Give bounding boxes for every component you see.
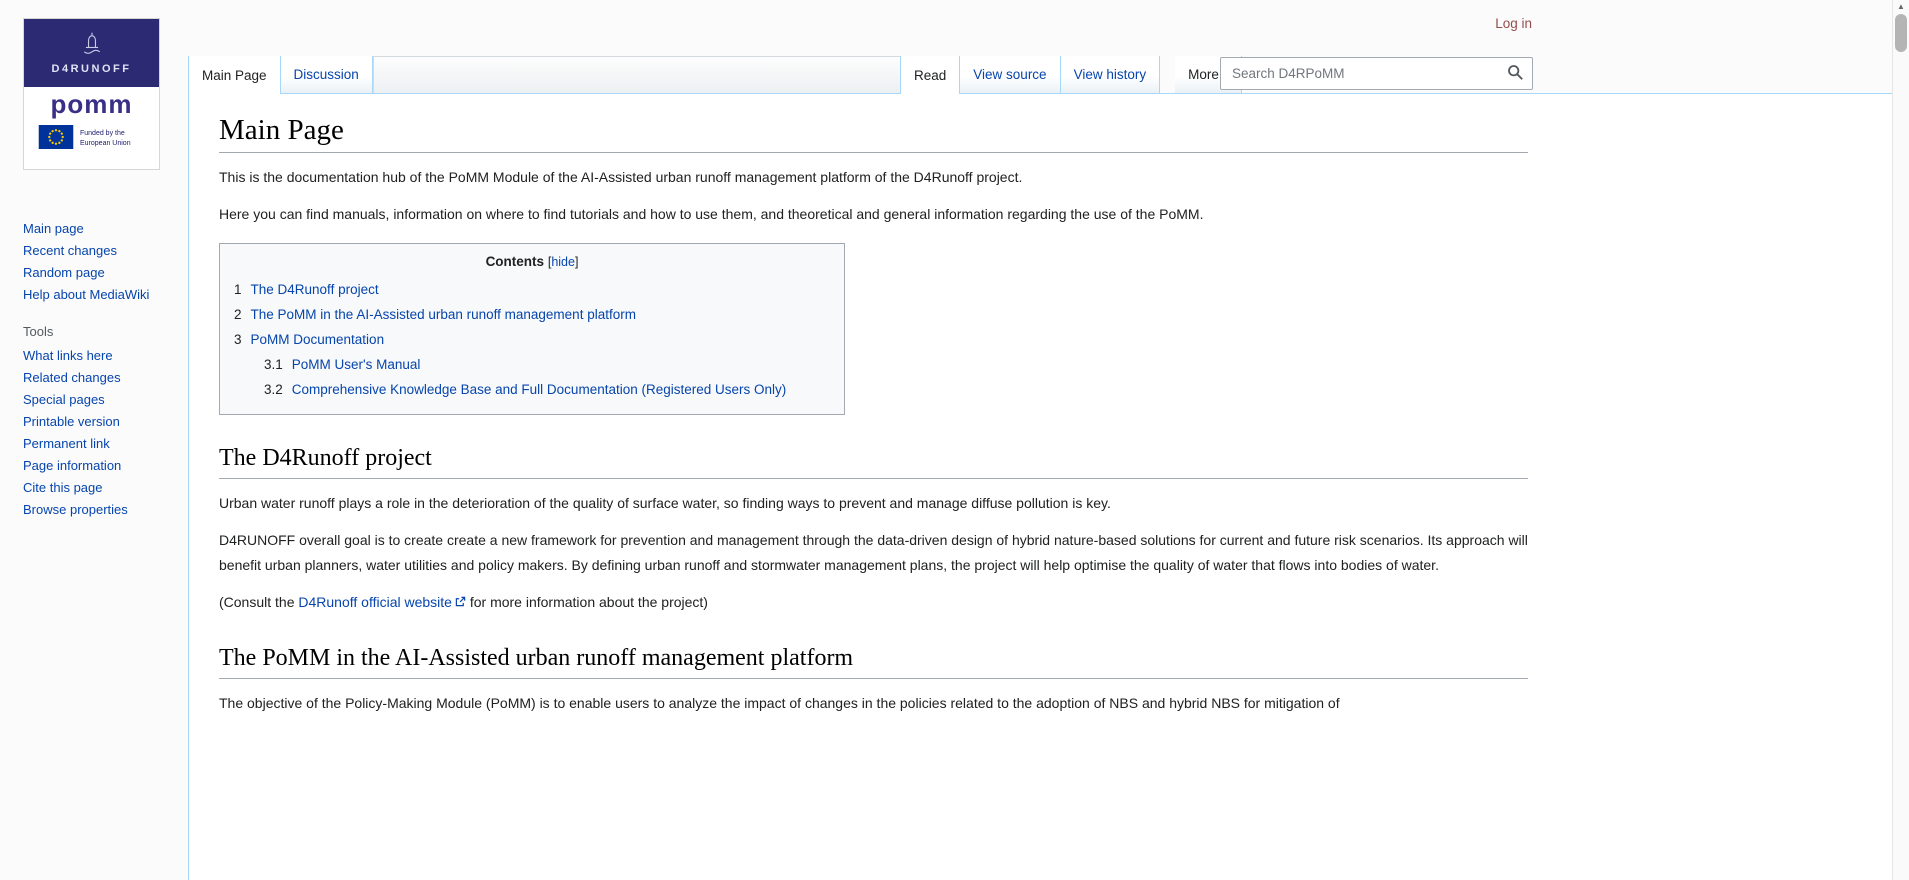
sidebar-item-main-page[interactable]: Main page bbox=[23, 218, 188, 240]
section1-paragraph-2: D4RUNOFF overall goal is to create creat… bbox=[219, 532, 1528, 573]
tab-discussion-label: Discussion bbox=[293, 67, 359, 82]
search-button[interactable] bbox=[1505, 62, 1526, 86]
toc-item-3-2: 3.2 Comprehensive Knowledge Base and Full… bbox=[234, 377, 830, 402]
section1-paragraph-1: Urban water runoff plays a role in the d… bbox=[219, 495, 1111, 511]
sidebar-item-recent-changes[interactable]: Recent changes bbox=[23, 240, 188, 262]
toc-title-row: Contents [hide] bbox=[485, 254, 579, 269]
more-menu-label: More bbox=[1188, 67, 1219, 82]
sidebar-item-help-mediawiki[interactable]: Help about MediaWiki bbox=[23, 284, 188, 306]
sidebar-item-what-links-here[interactable]: What links here bbox=[23, 345, 188, 367]
page-header: Log in Main Page Discussion Read View so… bbox=[188, 0, 1892, 94]
vertical-scrollbar[interactable]: ▲ bbox=[1892, 0, 1909, 880]
eu-flag-icon bbox=[38, 125, 74, 152]
sidebar-item-related-changes[interactable]: Related changes bbox=[23, 367, 188, 389]
namespace-tabs: Main Page Discussion bbox=[188, 56, 910, 94]
sidebar-item-page-information[interactable]: Page information bbox=[23, 455, 188, 477]
sidebar-navigation: Main page Recent changes Random page Hel… bbox=[23, 218, 188, 306]
toc-link-2[interactable]: 2 The PoMM in the AI-Assisted urban runof… bbox=[234, 307, 636, 322]
tab-read-label: Read bbox=[914, 67, 947, 83]
search-icon bbox=[1507, 64, 1524, 84]
toc-link-3-1[interactable]: 3.1 PoMM User's Manual bbox=[264, 357, 420, 372]
search-bar bbox=[1220, 57, 1533, 90]
sidebar-item-permanent-link[interactable]: Permanent link bbox=[23, 433, 188, 455]
tab-main-page-label: Main Page bbox=[202, 67, 267, 83]
toc-link-3-2[interactable]: 3.2 Comprehensive Knowledge Base and Full… bbox=[264, 382, 786, 397]
sidebar-item-browse-properties[interactable]: Browse properties bbox=[23, 499, 188, 521]
tab-main-page[interactable]: Main Page bbox=[188, 56, 281, 94]
section-heading-d4runoff-project: The D4Runoff project bbox=[219, 445, 1528, 479]
tab-view-source-label: View source bbox=[973, 67, 1047, 82]
page-title: Main Page bbox=[219, 114, 1528, 153]
scroll-up-icon[interactable]: ▲ bbox=[1893, 0, 1909, 13]
sidebar-tools-heading: Tools bbox=[23, 324, 54, 339]
toc-item-3-1: 3.1 PoMM User's Manual bbox=[234, 352, 830, 377]
external-link-icon bbox=[455, 594, 466, 610]
tower-icon bbox=[75, 31, 109, 60]
sidebar-item-printable-version[interactable]: Printable version bbox=[23, 411, 188, 433]
tab-read[interactable]: Read bbox=[900, 56, 961, 94]
section2-paragraph-1: The objective of the Policy-Making Modul… bbox=[219, 695, 1340, 711]
sidebar: D4RUNOFF pomm Funded by the European Uni… bbox=[0, 0, 188, 521]
logo-eu-attribution: Funded by the European Union bbox=[24, 121, 159, 160]
sidebar-item-cite-this-page[interactable]: Cite this page bbox=[23, 477, 188, 499]
toc-title: Contents bbox=[485, 254, 545, 269]
toc-hide-link[interactable]: hide bbox=[551, 255, 575, 269]
tab-discussion[interactable]: Discussion bbox=[280, 56, 373, 93]
d4runoff-website-link[interactable]: D4Runoff official website bbox=[298, 594, 466, 610]
search-input[interactable] bbox=[1230, 65, 1505, 82]
toc-link-1[interactable]: 1 The D4Runoff project bbox=[234, 282, 379, 297]
section1-consult-line: (Consult the D4Runoff official website f… bbox=[219, 594, 708, 610]
toc-item-1: 1 The D4Runoff project bbox=[234, 277, 830, 302]
sidebar-item-special-pages[interactable]: Special pages bbox=[23, 389, 188, 411]
eu-funding-text: Funded by the European Union bbox=[80, 130, 131, 147]
toc-item-2: 2 The PoMM in the AI-Assisted urban runof… bbox=[234, 302, 830, 327]
section-heading-pomm-platform: The PoMM in the AI-Assisted urban runoff… bbox=[219, 645, 1528, 679]
wiki-logo[interactable]: D4RUNOFF pomm Funded by the European Uni… bbox=[23, 18, 160, 170]
log-in-link[interactable]: Log in bbox=[1495, 16, 1532, 31]
content-area: Main Page This is the documentation hub … bbox=[188, 93, 1892, 880]
tab-view-history[interactable]: View history bbox=[1060, 56, 1161, 93]
sidebar-tools: What links here Related changes Special … bbox=[23, 345, 188, 521]
tab-view-source[interactable]: View source bbox=[960, 56, 1061, 93]
toc-item-3: 3 PoMM Documentation bbox=[234, 327, 830, 352]
view-tabs: Read View source View history More ▾ bbox=[900, 56, 1243, 94]
intro-paragraph-1: This is the documentation hub of the PoM… bbox=[219, 169, 1023, 185]
table-of-contents: Contents [hide] 1 The D4Runoff project 2T… bbox=[219, 243, 845, 415]
intro-paragraph-2: Here you can find manuals, information o… bbox=[219, 206, 1204, 222]
logo-product-text: pomm bbox=[50, 89, 133, 119]
sidebar-item-random-page[interactable]: Random page bbox=[23, 262, 188, 284]
tab-row-spacer bbox=[372, 56, 910, 93]
toc-link-3[interactable]: 3 PoMM Documentation bbox=[234, 332, 384, 347]
logo-brand-text: D4RUNOFF bbox=[51, 63, 132, 75]
tab-view-history-label: View history bbox=[1073, 67, 1147, 82]
logo-top-panel: D4RUNOFF bbox=[24, 19, 159, 87]
scrollbar-thumb[interactable] bbox=[1895, 14, 1907, 52]
